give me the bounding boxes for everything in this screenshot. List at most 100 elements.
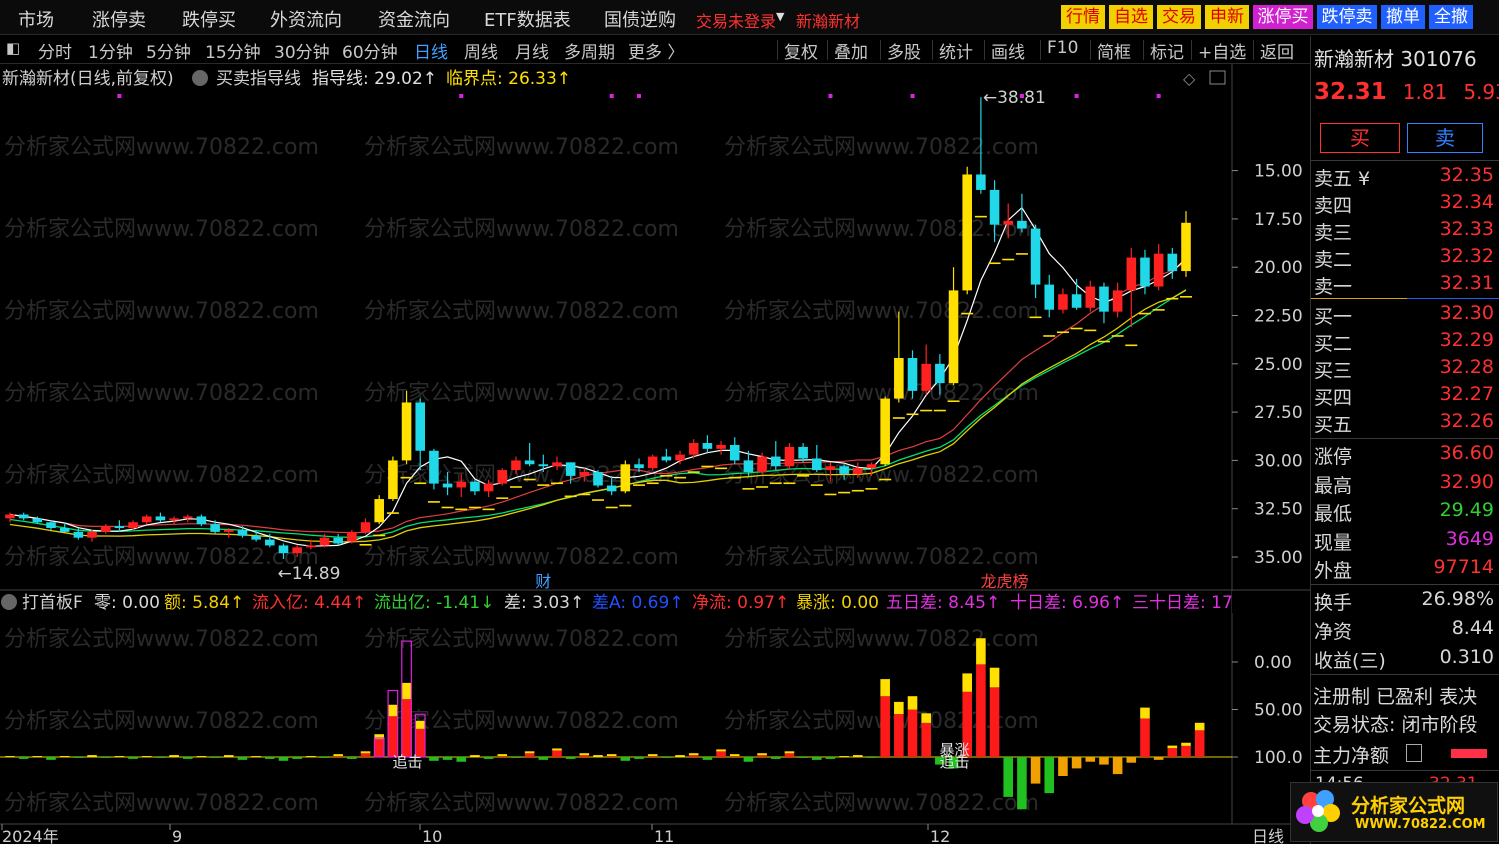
- period-0[interactable]: 分时: [38, 38, 72, 63]
- menu-item-limit-down-buy[interactable]: 跌停买: [182, 6, 236, 32]
- candle-body: [552, 462, 562, 467]
- toolbar-separator: [1191, 40, 1192, 60]
- tool-6[interactable]: 简框: [1097, 38, 1131, 63]
- menu-item-capital-flow[interactable]: 资金流向: [378, 6, 450, 32]
- menu-item-foreign-flow[interactable]: 外资流向: [270, 6, 342, 32]
- sub-indicator-name[interactable]: 打首板F: [22, 593, 83, 613]
- sub-tick-label: 0.00: [1254, 653, 1292, 673]
- price-tick-label: 35.00: [1254, 548, 1303, 568]
- outflow-bar: [1058, 757, 1068, 776]
- tool-3[interactable]: 统计: [939, 38, 973, 63]
- period-5[interactable]: 60分钟: [342, 38, 398, 63]
- quick-button-6[interactable]: 撤单: [1381, 5, 1425, 29]
- menu-item-market[interactable]: 市场: [18, 6, 54, 32]
- ask-row[interactable]: 卖二 32.32: [1314, 245, 1496, 271]
- candle-body: [634, 464, 644, 469]
- event-marker-dragon-tiger[interactable]: 龙虎榜: [981, 572, 1029, 591]
- inflow-cap: [497, 754, 508, 757]
- window-icon[interactable]: [1209, 70, 1226, 85]
- ask-row[interactable]: 卖三 32.33: [1314, 218, 1496, 244]
- tool-4[interactable]: 画线: [991, 38, 1025, 63]
- tool-7[interactable]: 标记: [1150, 38, 1184, 63]
- period-2[interactable]: 5分钟: [146, 38, 191, 63]
- sub-field: 差A: 0.69↑: [592, 593, 684, 613]
- candle-body: [675, 454, 685, 461]
- candle-body: [497, 470, 508, 484]
- candle-body: [1153, 253, 1164, 287]
- chart-area[interactable]: 分析家公式网www.70822.com 分析家公式网www.70822.com 分析…: [0, 64, 1310, 844]
- quick-button-2[interactable]: 交易: [1157, 5, 1201, 29]
- bid-row[interactable]: 买三 32.28: [1314, 356, 1496, 382]
- tool-1[interactable]: 叠加: [834, 38, 868, 63]
- tool-9[interactable]: 返回: [1260, 38, 1294, 63]
- period-8[interactable]: 月线: [515, 38, 549, 63]
- sub-field: 差: 3.03↑: [504, 593, 584, 613]
- candle-body: [1030, 228, 1041, 285]
- ask-row[interactable]: 卖五 ¥ 32.35: [1314, 164, 1496, 190]
- sub-chart-axis: 100.050.000.00追击暴涨追击打首板F 零: 0.00 额: 5.84↑ 流…: [1, 591, 1310, 771]
- bid-row[interactable]: 买四 32.27: [1314, 383, 1496, 409]
- inflow-cap: [880, 679, 890, 697]
- sidebar-toggle-icon[interactable]: ◧: [6, 39, 20, 57]
- inflow-cap: [1194, 722, 1205, 731]
- quick-button-5[interactable]: 跌停卖: [1317, 5, 1377, 29]
- indicator-name[interactable]: 买卖指导线: [216, 69, 301, 89]
- candle-body: [347, 531, 357, 542]
- candle-body: [306, 545, 316, 548]
- menu-item-limit-up-sell[interactable]: 涨停卖: [92, 6, 146, 32]
- period-9[interactable]: 多周期: [564, 38, 615, 63]
- indicator-settings-icon[interactable]: [192, 70, 208, 86]
- tool-0[interactable]: 复权: [784, 38, 818, 63]
- sell-button[interactable]: 卖: [1407, 123, 1483, 153]
- stat2-label: 净资: [1314, 621, 1353, 643]
- diamond-icon[interactable]: ◇: [1183, 69, 1196, 88]
- outflow-bar: [770, 757, 781, 759]
- stat-row: 现量 3649: [1314, 528, 1496, 554]
- sub-settings-icon[interactable]: [1, 594, 17, 610]
- bid-row[interactable]: 买二 32.29: [1314, 329, 1496, 355]
- inflow-cap: [757, 753, 767, 756]
- tool-5[interactable]: F10: [1047, 38, 1078, 58]
- quick-button-4[interactable]: 涨停买: [1253, 5, 1313, 29]
- inflow-bar: [552, 750, 562, 757]
- outflow-bar: [661, 757, 672, 758]
- watermark-text: 分析家公式网www.70822.com: [4, 463, 319, 488]
- login-status[interactable]: 交易未登录: [696, 8, 776, 32]
- menu-item-repo[interactable]: 国债逆购: [604, 6, 676, 32]
- outflow-bar: [1017, 757, 1027, 810]
- ask-row[interactable]: 卖四 32.34: [1314, 191, 1496, 217]
- quote-price: 32.31: [1314, 79, 1387, 105]
- period-6[interactable]: 日线: [414, 38, 448, 63]
- buy-button[interactable]: 买: [1320, 123, 1400, 153]
- inflow-bar: [524, 753, 535, 757]
- sub-field: 三十日差: 17: [1132, 593, 1233, 613]
- candle-body: [360, 522, 371, 532]
- menu-item-etf-data[interactable]: ETF数据表: [484, 6, 571, 32]
- quick-button-7[interactable]: 全撤: [1429, 5, 1473, 29]
- period-10[interactable]: 更多 〉: [628, 38, 684, 63]
- quick-button-3[interactable]: 申新: [1205, 5, 1249, 29]
- outflow-bar: [456, 757, 467, 762]
- period-3[interactable]: 15分钟: [205, 38, 261, 63]
- ask-row[interactable]: 卖一 32.31: [1314, 272, 1496, 298]
- stat-value: 97714: [1433, 556, 1494, 578]
- list-icon[interactable]: [1406, 744, 1422, 762]
- period-1[interactable]: 1分钟: [88, 38, 133, 63]
- outflow-bar: [46, 757, 56, 760]
- stat-value: 29.49: [1439, 499, 1494, 521]
- period-7[interactable]: 周线: [464, 38, 498, 63]
- period-4[interactable]: 30分钟: [274, 38, 330, 63]
- dropdown-arrow-icon[interactable]: ▼: [776, 10, 784, 23]
- candle-body: [839, 466, 849, 474]
- inflow-bar: [647, 756, 658, 757]
- tool-8[interactable]: +自选: [1198, 38, 1246, 63]
- quick-button-0[interactable]: 行情: [1061, 5, 1105, 29]
- tool-2[interactable]: 多股: [887, 38, 921, 63]
- event-marker-finance[interactable]: 财: [535, 572, 551, 591]
- outflow-bar: [73, 757, 84, 758]
- bid-row[interactable]: 买一 32.30: [1314, 302, 1496, 328]
- inflow-cap: [524, 751, 535, 754]
- bid-row[interactable]: 买五 32.26: [1314, 410, 1496, 436]
- quick-button-1[interactable]: 自选: [1109, 5, 1153, 29]
- outflow-bar: [1085, 757, 1096, 762]
